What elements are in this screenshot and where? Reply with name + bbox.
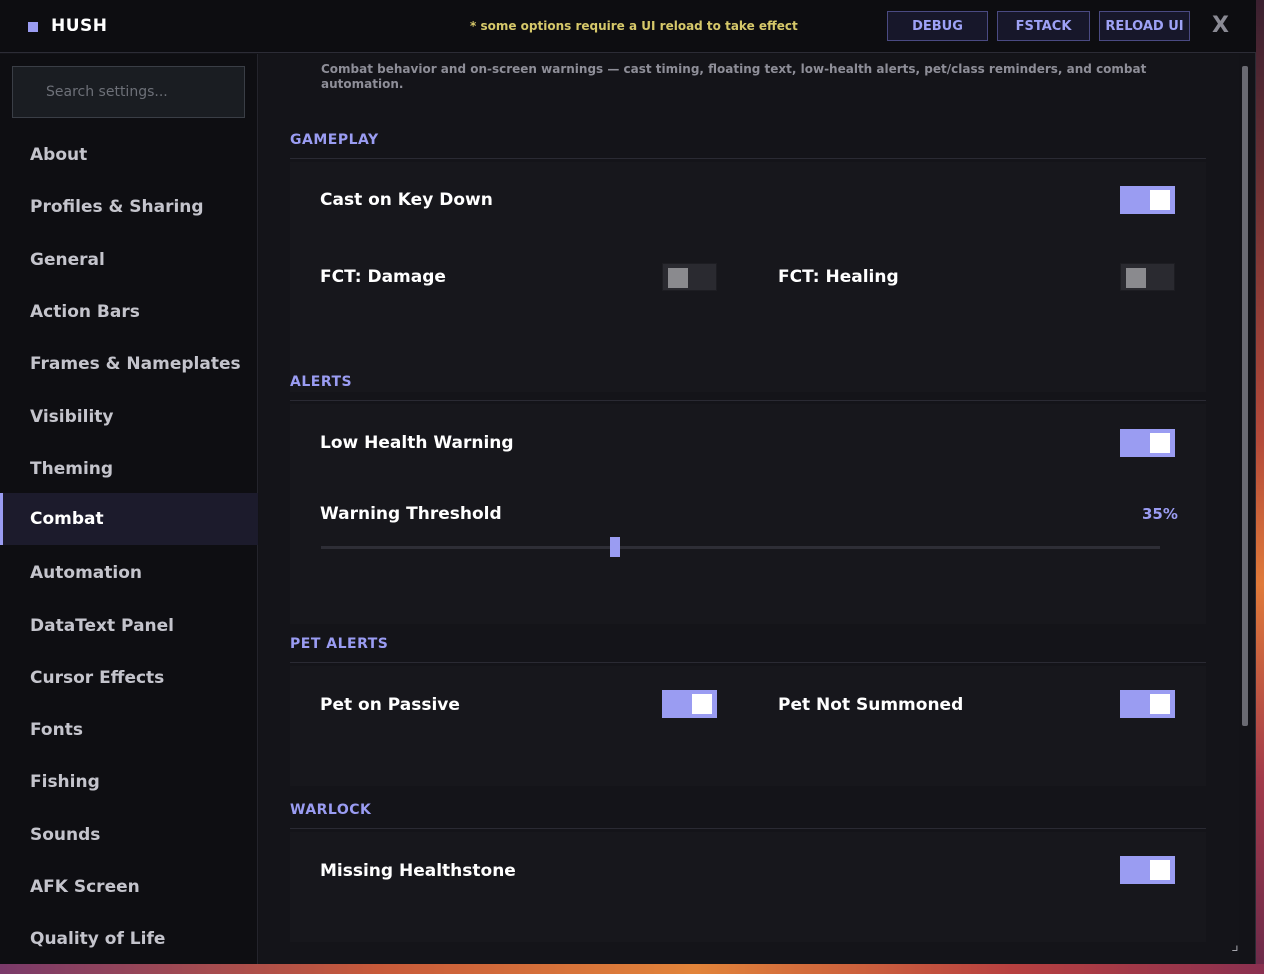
logo-icon (28, 22, 38, 32)
sidebar-item-action-bars[interactable]: Action Bars (0, 286, 258, 338)
warning-threshold-slider-handle[interactable] (609, 537, 620, 557)
toggle-knob (668, 268, 688, 288)
sidebar-item-fonts[interactable]: Fonts (0, 704, 258, 756)
sidebar-item-datatext-panel[interactable]: DataText Panel (0, 600, 258, 652)
debug-button[interactable]: DEBUG (887, 11, 988, 41)
section-heading-alerts: ALERTS (290, 374, 1206, 401)
settings-content: Combat behavior and on-screen warnings —… (259, 54, 1239, 964)
fct-damage-toggle[interactable] (662, 263, 717, 291)
toggle-knob (1150, 860, 1170, 880)
option-label: Missing Healthstone (320, 861, 516, 881)
toggle-knob (1150, 694, 1170, 714)
pet-not-summoned-toggle[interactable] (1120, 690, 1175, 718)
sidebar-item-sounds[interactable]: Sounds (0, 809, 258, 861)
warlock-card: Missing Healthstone (290, 832, 1206, 942)
option-label: FCT: Healing (778, 267, 899, 287)
settings-window: HUSH * some options require a UI reload … (0, 0, 1256, 964)
sidebar-item-afk-screen[interactable]: AFK Screen (0, 861, 258, 913)
sidebar-item-about[interactable]: About (0, 129, 258, 181)
sidebar-item-combat[interactable]: Combat (0, 493, 258, 545)
toggle-knob (1150, 190, 1170, 210)
search-input[interactable] (12, 66, 245, 118)
missing-healthstone-toggle[interactable] (1120, 856, 1175, 884)
game-world-background (1256, 0, 1264, 974)
sidebar-item-cursor-effects[interactable]: Cursor Effects (0, 652, 258, 704)
resize-grip-icon[interactable]: ⌟ (1230, 935, 1240, 954)
sidebar-item-profiles-sharing[interactable]: Profiles & Sharing (0, 181, 258, 233)
gameplay-card: Cast on Key Down FCT: Damage FCT: Healin… (290, 162, 1206, 392)
page-description: Combat behavior and on-screen warnings —… (321, 62, 1147, 91)
toggle-knob (1150, 433, 1170, 453)
reload-ui-button[interactable]: RELOAD UI (1099, 11, 1190, 41)
sidebar-item-quality-of-life[interactable]: Quality of Life (0, 913, 258, 965)
reload-notice: * some options require a UI reload to ta… (470, 19, 798, 33)
sidebar-item-theming[interactable]: Theming (0, 443, 258, 495)
pet-on-passive-toggle[interactable] (662, 690, 717, 718)
section-heading-pet-alerts: PET ALERTS (290, 636, 1206, 663)
title-bar: HUSH * some options require a UI reload … (0, 0, 1256, 53)
toggle-knob (1126, 268, 1146, 288)
sidebar-item-automation[interactable]: Automation (0, 547, 258, 599)
low-health-warning-toggle[interactable] (1120, 429, 1175, 457)
section-heading-gameplay: GAMEPLAY (290, 132, 1206, 159)
toggle-knob (692, 694, 712, 714)
option-label: Pet Not Summoned (778, 695, 964, 715)
pet-alerts-card: Pet on Passive Pet Not Summoned (290, 666, 1206, 786)
fstack-button[interactable]: FSTACK (997, 11, 1090, 41)
sidebar-item-general[interactable]: General (0, 234, 258, 286)
cast-on-key-down-toggle[interactable] (1120, 186, 1175, 214)
slider-value: 35% (1142, 505, 1178, 523)
sidebar-item-frames-nameplates[interactable]: Frames & Nameplates (0, 338, 258, 390)
option-label: FCT: Damage (320, 267, 446, 287)
alerts-card: Low Health Warning Warning Threshold 35% (290, 404, 1206, 624)
option-label: Pet on Passive (320, 695, 460, 715)
warning-threshold-slider-track[interactable] (321, 546, 1160, 549)
fct-healing-toggle[interactable] (1120, 263, 1175, 291)
sidebar-item-fishing[interactable]: Fishing (0, 756, 258, 808)
close-icon[interactable]: X (1212, 13, 1229, 38)
slider-label: Warning Threshold (320, 504, 502, 524)
game-world-background-bottom (0, 964, 1264, 974)
option-label: Cast on Key Down (320, 190, 493, 210)
section-heading-warlock: WARLOCK (290, 802, 1206, 829)
app-title: HUSH (51, 16, 108, 36)
option-label: Low Health Warning (320, 433, 514, 453)
sidebar-item-visibility[interactable]: Visibility (0, 391, 258, 443)
sidebar: About Profiles & Sharing General Action … (0, 54, 258, 964)
scrollbar[interactable] (1242, 66, 1248, 726)
